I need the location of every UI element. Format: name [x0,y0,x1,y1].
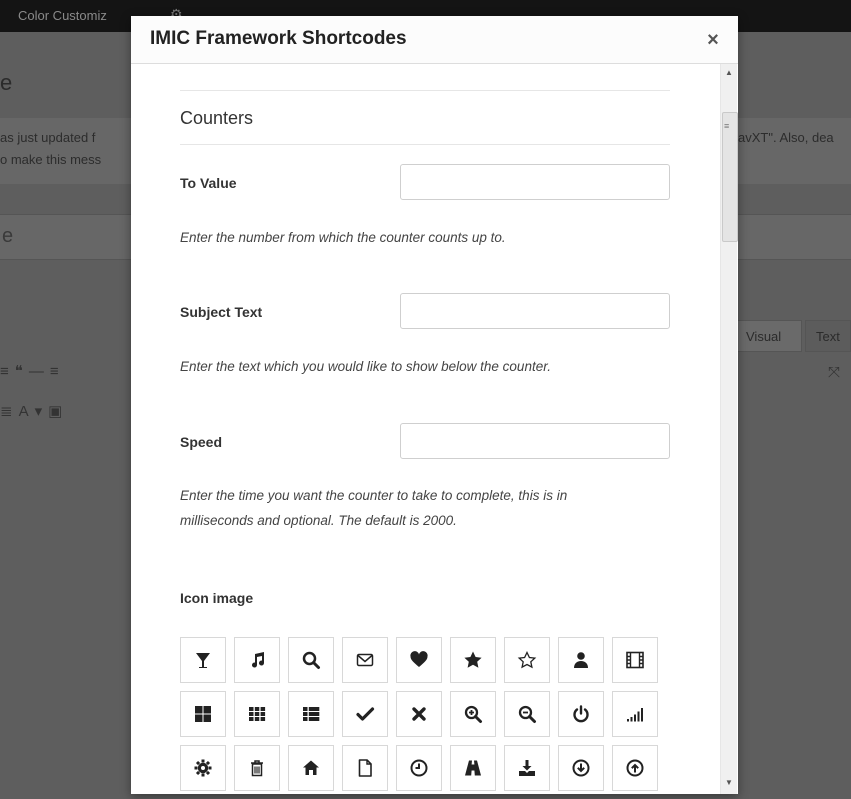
icon-option-th-list[interactable] [288,691,334,737]
file-icon [358,759,372,777]
th-list-icon [303,707,320,721]
music-icon [252,652,265,668]
home-icon [303,760,319,775]
paste-text-icon[interactable]: ▣ [48,403,68,420]
icon-option-search[interactable] [288,637,334,683]
heart-icon [410,651,428,667]
page-heading-fragment: e [0,70,13,95]
th-large-icon [195,706,211,722]
icon-option-home[interactable] [288,745,334,791]
icon-option-trash[interactable] [234,745,280,791]
modal-body: Counters To Value Enter the number from … [131,64,738,794]
zoom-in-icon [464,705,482,723]
toolbar-item-color-customizer[interactable]: Color Customiz [18,8,107,23]
icon-option-zoom-out[interactable] [504,691,550,737]
subject-text-help: Enter the text which you would like to s… [180,359,551,374]
icon-option-time[interactable] [396,745,442,791]
th-icon [249,707,266,721]
shortcodes-modal: IMIC Framework Shortcodes × Counters To … [131,16,738,794]
icon-option-file[interactable] [342,745,388,791]
speed-help-line-2: milliseconds and optional. The default i… [180,513,457,528]
justify-icon[interactable]: ≣ [0,403,19,420]
upload-icon [626,759,644,777]
align-center-icon[interactable]: ≡ [50,363,65,380]
scroll-thumb[interactable] [722,112,738,242]
icon-option-star-empty[interactable] [504,637,550,683]
icon-option-signal[interactable] [612,691,658,737]
icon-option-cog[interactable] [180,745,226,791]
trash-icon [251,760,263,777]
zoom-out-icon [518,705,536,723]
horizontal-rule-icon[interactable]: — [29,363,50,380]
divider [180,90,670,91]
time-icon [410,759,428,777]
envelope-icon [356,653,374,667]
icon-option-envelope[interactable] [342,637,388,683]
icon-option-th-large[interactable] [180,691,226,737]
ok-icon [356,707,375,721]
divider [180,144,670,145]
notice-text-right: avXT". Also, dea [738,130,834,145]
to-value-label: To Value [180,175,237,191]
close-icon[interactable]: × [701,28,725,52]
icon-option-glass[interactable] [180,637,226,683]
blockquote-icon[interactable]: ❝ [15,363,29,380]
search-icon [302,651,320,669]
align-left-icon[interactable]: ≡ [0,363,15,380]
text-color-icon[interactable]: A▾ [19,403,49,420]
post-title-fragment: e [2,225,14,247]
subject-text-label: Subject Text [180,304,263,320]
speed-help-line-1: Enter the time you want the counter to t… [180,488,568,503]
download-icon [572,759,590,777]
notice-text-line-2: o make this mess [0,152,102,167]
download-alt-icon [519,760,535,776]
icon-option-upload[interactable] [612,745,658,791]
cog-icon [194,759,212,777]
icon-option-road[interactable] [450,745,496,791]
icon-option-remove[interactable] [396,691,442,737]
signal-icon [627,708,643,722]
user-icon [574,652,588,668]
modal-header: IMIC Framework Shortcodes × [131,16,738,64]
to-value-help: Enter the number from which the counter … [180,230,506,245]
editor-toolbar-row-2: ≣A▾▣ [0,402,68,420]
icon-option-music[interactable] [234,637,280,683]
fullscreen-icon[interactable]: ⤧ [828,364,840,381]
icon-option-zoom-in[interactable] [450,691,496,737]
speed-label: Speed [180,434,223,450]
star-icon [464,651,482,668]
subject-text-input[interactable] [400,293,670,329]
icon-option-download[interactable] [558,745,604,791]
scroll-up-arrow-icon[interactable]: ▲ [721,68,737,80]
tab-text[interactable]: Text [805,320,851,352]
icon-option-ok[interactable] [342,691,388,737]
icon-option-star[interactable] [450,637,496,683]
scroll-grip-icon: ≡ [724,121,730,131]
film-icon [626,651,644,669]
speed-input[interactable] [400,423,670,459]
glass-icon [196,653,210,668]
icon-option-film[interactable] [612,637,658,683]
section-title: Counters [180,108,254,128]
icon-image-label: Icon image [180,590,254,606]
tab-visual[interactable]: Visual [736,320,802,352]
icon-option-download-alt[interactable] [504,745,550,791]
remove-icon [412,707,426,721]
icon-option-heart[interactable] [396,637,442,683]
modal-scrollbar[interactable]: ▲ ≡ ▼ [720,64,738,794]
icon-option-th[interactable] [234,691,280,737]
icon-option-user[interactable] [558,637,604,683]
road-icon [465,760,481,776]
off-icon [573,705,589,723]
scroll-down-arrow-icon[interactable]: ▼ [721,778,737,790]
star-empty-icon [517,650,537,669]
editor-toolbar-row-1: ≡❝—≡ [0,362,65,380]
modal-title: IMIC Framework Shortcodes [150,28,407,49]
notice-text-line-1: as just updated f [0,130,96,145]
icon-option-off[interactable] [558,691,604,737]
to-value-input[interactable] [400,164,670,200]
